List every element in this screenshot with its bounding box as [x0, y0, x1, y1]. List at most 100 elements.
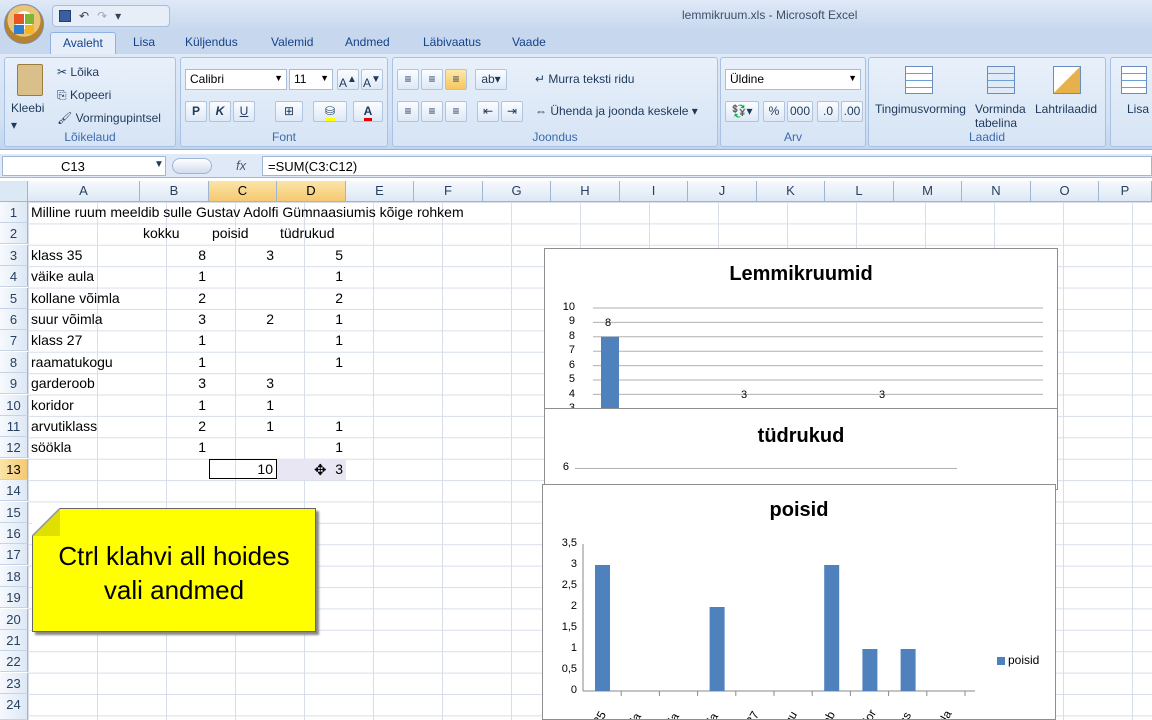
row-header[interactable]: 18 [0, 566, 28, 587]
tab-vaade[interactable]: Vaade [512, 35, 546, 49]
total-cell[interactable]: 2 [140, 288, 209, 309]
thousands-button[interactable]: 000 [787, 101, 813, 122]
number-format-select[interactable]: Üldine ▼ [725, 69, 861, 90]
row-header[interactable]: 6 [0, 309, 28, 330]
decrease-decimal-icon[interactable]: .00 [841, 101, 863, 122]
sum-girls-cell[interactable]: 3 [277, 459, 346, 480]
tab-valemid[interactable]: Valemid [271, 35, 313, 49]
borders-button[interactable]: ⊞ [275, 101, 303, 122]
room-cell[interactable]: garderoob [28, 373, 98, 394]
boys-cell[interactable] [209, 437, 277, 458]
align-center-icon[interactable]: ≡ [421, 101, 443, 122]
cell-styles-button[interactable]: Lahtrilaadid [1035, 102, 1097, 116]
column-header[interactable]: K [757, 181, 825, 202]
format-as-table-button-1[interactable]: Vorminda [975, 102, 1026, 116]
orientation-icon[interactable]: ab▾ [475, 69, 507, 90]
girls-cell[interactable]: 1 [277, 266, 346, 287]
tab-kuljendus[interactable]: Küljendus [185, 35, 238, 49]
total-cell[interactable]: 1 [140, 352, 209, 373]
format-as-table-icon[interactable] [987, 66, 1015, 94]
column-header[interactable]: L [825, 181, 894, 202]
header-total-cell[interactable]: kokku [140, 223, 183, 244]
girls-cell[interactable]: 1 [277, 330, 346, 351]
undo-icon[interactable]: ↶ [79, 9, 89, 23]
column-header[interactable]: E [346, 181, 414, 202]
paste-icon[interactable] [17, 64, 43, 96]
copy-button[interactable]: ⎘ Kopeeri [57, 88, 111, 103]
boys-cell[interactable]: 1 [209, 416, 277, 437]
font-name-select[interactable]: Calibri ▼ [185, 69, 287, 90]
row-header[interactable]: 20 [0, 609, 28, 630]
boys-cell[interactable]: 1 [209, 395, 277, 416]
total-cell[interactable]: 1 [140, 330, 209, 351]
percent-button[interactable]: % [763, 101, 785, 122]
font-size-select[interactable]: 11 ▼ [289, 69, 333, 90]
row-header[interactable]: 22 [0, 651, 28, 672]
row-header[interactable]: 1 [0, 202, 28, 223]
insert-function-icon[interactable]: fx [236, 158, 246, 173]
select-all-button[interactable] [0, 181, 28, 202]
increase-decimal-icon[interactable]: .0 [817, 101, 839, 122]
accounting-format-icon[interactable]: 💱▾ [725, 101, 759, 122]
chart-tudrukud[interactable]: tüdrukud 6 [544, 408, 1058, 490]
row-header[interactable]: 11 [0, 416, 28, 437]
decrease-indent-icon[interactable]: ⇤ [477, 101, 499, 122]
column-header[interactable]: B [140, 181, 209, 202]
girls-cell[interactable]: 1 [277, 309, 346, 330]
row-header[interactable]: 8 [0, 352, 28, 373]
cell-styles-icon[interactable] [1053, 66, 1081, 94]
column-header[interactable]: A [28, 181, 140, 202]
boys-cell[interactable] [209, 330, 277, 351]
conditional-formatting-button[interactable]: Tingimusvorming [875, 102, 966, 116]
grow-font-button[interactable]: A▲ [337, 69, 359, 90]
total-cell[interactable]: 2 [140, 416, 209, 437]
room-cell[interactable]: klass 27 [28, 330, 85, 351]
tab-labivaatus[interactable]: Läbivaatus [423, 35, 481, 49]
wrap-text-button[interactable]: ↵ Murra teksti ridu [535, 72, 634, 86]
boys-cell[interactable] [209, 288, 277, 309]
align-middle-icon[interactable]: ≡ [421, 69, 443, 90]
row-header[interactable]: 5 [0, 288, 28, 309]
chart-lemmikruumid[interactable]: Lemmikruumid 10 9 8 7 6 5 4 3 8 3 3 [544, 248, 1058, 410]
column-header[interactable]: F [414, 181, 483, 202]
row-header[interactable]: 3 [0, 245, 28, 266]
align-top-icon[interactable]: ≡ [397, 69, 419, 90]
fill-color-button[interactable]: ⛁ [313, 101, 347, 122]
column-header[interactable]: N [962, 181, 1031, 202]
shrink-font-button[interactable]: A▼ [361, 69, 383, 90]
name-box-dropdown-icon[interactable]: ▼ [154, 159, 164, 170]
name-box[interactable]: C13 [2, 156, 166, 176]
row-header[interactable]: 17 [0, 544, 28, 565]
room-cell[interactable]: söökla [28, 437, 74, 458]
girls-cell[interactable]: 1 [277, 416, 346, 437]
room-cell[interactable]: klass 35 [28, 245, 85, 266]
tab-andmed[interactable]: Andmed [345, 35, 390, 49]
increase-indent-icon[interactable]: ⇥ [501, 101, 523, 122]
italic-button[interactable]: K [209, 101, 231, 122]
merge-center-button[interactable]: ⇔ Ühenda ja joonda keskele ▾ [535, 104, 698, 118]
row-header[interactable]: 10 [0, 395, 28, 416]
row-header[interactable]: 13 [0, 459, 28, 480]
room-cell[interactable]: suur võimla [28, 309, 106, 330]
column-header[interactable]: M [894, 181, 962, 202]
insert-cells-button[interactable]: Lisa [1127, 102, 1149, 116]
girls-cell[interactable]: 2 [277, 288, 346, 309]
room-cell[interactable]: väike aula [28, 266, 97, 287]
column-header[interactable]: H [551, 181, 620, 202]
boys-cell[interactable]: 3 [209, 373, 277, 394]
row-header[interactable]: 2 [0, 223, 28, 244]
header-boys-cell[interactable]: poisid [209, 223, 252, 244]
sheet-title-cell[interactable]: Milline ruum meeldib sulle Gustav Adolfi… [28, 202, 467, 223]
save-icon[interactable] [59, 10, 71, 22]
bold-button[interactable]: P [185, 101, 207, 122]
girls-cell[interactable]: 1 [277, 437, 346, 458]
girls-cell[interactable]: 1 [277, 352, 346, 373]
room-cell[interactable]: arvutiklass [28, 416, 100, 437]
row-header[interactable]: 9 [0, 373, 28, 394]
room-cell[interactable]: raamatukogu [28, 352, 116, 373]
office-button[interactable] [4, 4, 44, 44]
tab-lisa[interactable]: Lisa [133, 35, 155, 49]
row-header[interactable]: 12 [0, 437, 28, 458]
underline-button[interactable]: U [233, 101, 255, 122]
column-header[interactable]: I [620, 181, 688, 202]
